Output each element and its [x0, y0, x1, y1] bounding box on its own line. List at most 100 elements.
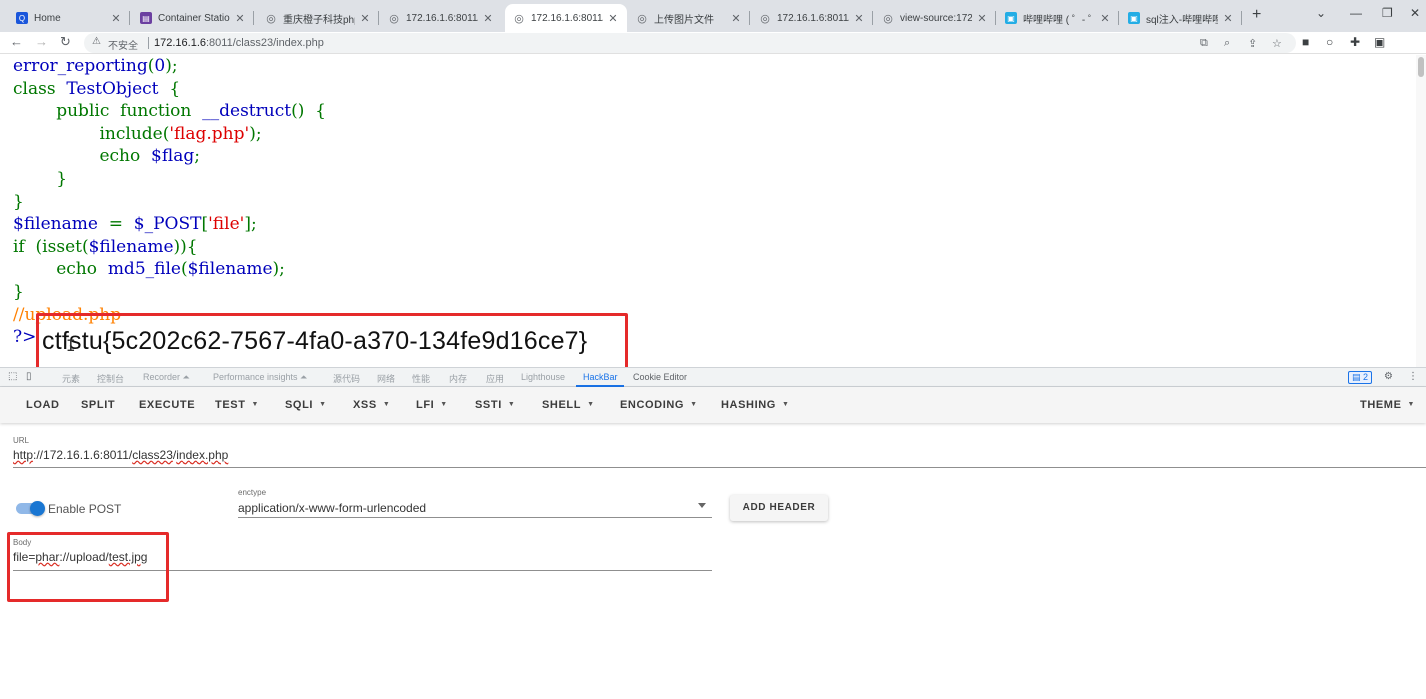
- browser-tab[interactable]: ◎ 172.16.1.6:8011/c ✕: [380, 4, 502, 32]
- code-token: $filename: [187, 259, 273, 280]
- browser-tab[interactable]: ◎ view-source:172. ✕: [874, 4, 996, 32]
- zoom-icon[interactable]: ⌕: [1224, 37, 1230, 50]
- browser-tab[interactable]: ◎ 上传图片文件 ✕: [628, 4, 750, 32]
- code-token: include: [99, 123, 163, 144]
- theme-menu-button[interactable]: THEME ▼: [1360, 399, 1415, 411]
- add-header-button[interactable]: ADD HEADER: [730, 495, 828, 521]
- split-menu-button[interactable]: SPLIT: [81, 399, 115, 411]
- issues-badge[interactable]: ▤ 2: [1348, 371, 1373, 384]
- lfi-menu-button[interactable]: LFI ▼: [416, 399, 448, 411]
- devtools-tab[interactable]: 控制台: [97, 372, 124, 385]
- code-token: if: [13, 236, 36, 257]
- browser-tab[interactable]: ◎ 172.16.1.6:8011/c ✕: [505, 4, 627, 32]
- chevron-down-icon: ▼: [781, 401, 790, 408]
- browser-tab-title: 172.16.1.6:8011/c: [531, 12, 603, 24]
- close-tab-icon[interactable]: ✕: [359, 12, 371, 25]
- back-icon[interactable]: ←: [10, 34, 23, 49]
- bookmark-star-icon[interactable]: ☆: [1272, 37, 1282, 50]
- devtools-tab[interactable]: 性能: [412, 372, 430, 385]
- enable-post-toggle[interactable]: [14, 501, 45, 516]
- page-scrollbar[interactable]: [1416, 55, 1426, 367]
- globe-icon: ◎: [389, 12, 399, 25]
- minimize-icon[interactable]: —: [1350, 6, 1362, 20]
- device-toolbar-icon[interactable]: ▯: [26, 371, 32, 382]
- code-line: }: [13, 168, 326, 191]
- close-tab-icon[interactable]: ✕: [482, 12, 494, 25]
- devtools-tab[interactable]: 应用: [486, 372, 504, 385]
- close-tab-icon[interactable]: ✕: [1099, 12, 1111, 25]
- restore-icon[interactable]: ❐: [1382, 6, 1393, 20]
- tab-separator: [1241, 11, 1242, 25]
- scrollbar-thumb[interactable]: [1418, 57, 1424, 77]
- reload-icon[interactable]: ↻: [60, 34, 71, 50]
- devtools-tab[interactable]: 元素: [62, 372, 80, 385]
- browser-tab[interactable]: ▣ sql注入-哔哩哔哩_ ✕: [1120, 4, 1242, 32]
- browser-tab[interactable]: Q Home ✕: [8, 4, 130, 32]
- close-window-icon[interactable]: ✕: [1410, 6, 1420, 20]
- devtools-settings-icon[interactable]: ⚙: [1384, 371, 1393, 382]
- code-token: 'file': [208, 214, 245, 235]
- chevron-down-icon[interactable]: [698, 503, 706, 508]
- close-tab-icon[interactable]: ✕: [730, 12, 742, 25]
- warning-icon[interactable]: ⚠: [92, 36, 101, 47]
- enctype-select[interactable]: application/x-www-form-urlencoded: [238, 501, 426, 515]
- load-menu-button[interactable]: LOAD: [26, 399, 60, 411]
- close-tab-icon[interactable]: ✕: [110, 12, 122, 25]
- menu-label: XSS: [353, 399, 377, 411]
- url-field[interactable]: http://172.16.1.6:8011/class23/index.php: [13, 448, 228, 462]
- execute-menu-button[interactable]: EXECUTE: [139, 399, 195, 411]
- browser-tab[interactable]: ▤ Container Station ✕: [132, 4, 254, 32]
- devtools-tab[interactable]: 源代码: [333, 372, 360, 385]
- new-tab-icon[interactable]: +: [1252, 6, 1261, 24]
- close-tab-icon[interactable]: ✕: [234, 12, 246, 25]
- menu-label: EXECUTE: [139, 399, 196, 411]
- browser-tab-title: Container Station: [158, 12, 230, 24]
- code-token: (: [180, 259, 188, 280]
- devtools-tab[interactable]: 网络: [377, 372, 395, 385]
- code-line: include('flag.php');: [13, 123, 326, 146]
- devtools-tab[interactable]: Lighthouse: [521, 372, 565, 382]
- devtools-tab[interactable]: HackBar: [583, 372, 618, 382]
- hackbar-panel: THEME ▼ LOAD SPLIT EXECUTE TEST ▼ SQLI ▼ XSS ▼ LFI…: [0, 387, 1426, 699]
- inspect-element-icon[interactable]: ⬚: [8, 371, 17, 382]
- forward-icon[interactable]: →: [35, 34, 48, 49]
- devtools-menu-icon[interactable]: ⋮: [1408, 371, 1418, 382]
- extension-circle-icon[interactable]: ○: [1326, 35, 1333, 49]
- browser-tab[interactable]: ◎ 重庆橙子科技php/ ✕: [257, 4, 379, 32]
- tab-search-icon[interactable]: ⌄: [1316, 6, 1326, 20]
- shell-menu-button[interactable]: SHELL ▼: [542, 399, 595, 411]
- code-line: echo $flag;: [13, 145, 326, 168]
- extensions-puzzle-icon[interactable]: ✚: [1350, 35, 1360, 49]
- devtools-tab[interactable]: Recorder ⏶: [143, 372, 190, 383]
- devtools-tab[interactable]: Performance insights ⏶: [213, 372, 307, 383]
- chevron-down-icon: ▼: [690, 401, 698, 408]
- code-line: }: [13, 191, 326, 214]
- xss-menu-button[interactable]: XSS ▼: [353, 399, 390, 411]
- devtools-tab[interactable]: 内存: [449, 372, 467, 385]
- browser-tab[interactable]: ◎ 172.16.1.6:8011/c ✕: [751, 4, 873, 32]
- url-segment: ://172.16.1.6:8011/: [33, 448, 133, 462]
- browser-tab[interactable]: ▣ 哔哩哔哩 ( ゜- ゜)つ ✕: [997, 4, 1119, 32]
- translate-icon[interactable]: ⧉: [1200, 37, 1208, 50]
- globe-icon: ◎: [514, 12, 524, 25]
- browser-tab-title: Home: [34, 12, 61, 24]
- share-icon[interactable]: ⇪: [1248, 37, 1257, 50]
- enable-post-label: Enable POST: [48, 502, 122, 516]
- close-tab-icon[interactable]: ✕: [607, 12, 619, 25]
- encoding-menu-button[interactable]: ENCODING ▼: [620, 399, 698, 411]
- code-token: $filename: [88, 236, 174, 257]
- address-url[interactable]: 172.16.1.6:8011/class23/index.php: [154, 37, 324, 49]
- test-menu-button[interactable]: TEST ▼: [215, 399, 259, 411]
- close-tab-icon[interactable]: ✕: [853, 12, 865, 25]
- extension-n-icon[interactable]: ■: [1302, 35, 1309, 49]
- ssti-menu-button[interactable]: SSTI ▼: [475, 399, 515, 411]
- hashing-menu-button[interactable]: HASHING ▼: [721, 399, 789, 411]
- menu-label: SPLIT: [81, 399, 116, 411]
- sqli-menu-button[interactable]: SQLI ▼: [285, 399, 327, 411]
- devtools-tab[interactable]: Cookie Editor: [633, 372, 687, 382]
- sidepanel-icon[interactable]: ▣: [1374, 35, 1385, 49]
- close-tab-icon[interactable]: ✕: [976, 12, 988, 25]
- address-bar[interactable]: ⚠ 不安全 172.16.1.6:8011/class23/index.php …: [84, 33, 1296, 53]
- close-tab-icon[interactable]: ✕: [1222, 12, 1234, 25]
